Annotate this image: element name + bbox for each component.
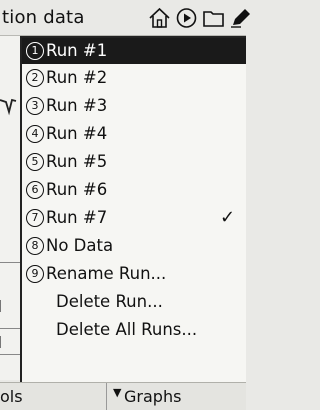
bottom-bar: ols ▼ Graphs	[0, 382, 246, 410]
checkmark-icon: ✓	[220, 207, 236, 228]
menu-item-run-5[interactable]: 5 Run #5	[22, 149, 246, 175]
toolbar-icons	[148, 6, 252, 30]
menu-item-delete-all-runs[interactable]: Delete All Runs...	[22, 317, 246, 343]
divider	[106, 383, 107, 410]
menu-item-run-3[interactable]: 3 Run #3	[22, 93, 246, 119]
menu-item-label: Run #4	[46, 124, 108, 143]
menu-item-label: Run #3	[46, 96, 108, 115]
menu-item-label: Delete All Runs...	[56, 320, 198, 339]
title-bar: tion data	[0, 0, 250, 36]
table-tick	[0, 336, 18, 348]
number-badge-icon: 3	[26, 97, 44, 115]
grid-line	[0, 354, 20, 355]
number-badge-icon: 7	[26, 209, 44, 227]
home-icon[interactable]	[148, 7, 171, 29]
menu-item-run-4[interactable]: 4 Run #4	[22, 121, 246, 147]
number-badge-icon: 4	[26, 125, 44, 143]
grid-line	[0, 262, 20, 263]
menu-item-label: No Data	[46, 236, 114, 255]
play-icon[interactable]	[175, 7, 198, 29]
menu-item-label: Run #2	[46, 68, 108, 87]
window-title: tion data	[2, 7, 85, 28]
menu-item-label: Delete Run...	[56, 292, 163, 311]
number-badge-icon: 6	[26, 181, 44, 199]
tools-menu-button[interactable]: ols	[0, 387, 23, 406]
number-badge-icon: 8	[26, 237, 44, 255]
menu-item-delete-run[interactable]: Delete Run...	[22, 289, 246, 315]
number-badge-icon: 5	[26, 153, 44, 171]
folder-icon[interactable]	[202, 7, 225, 29]
table-tick	[0, 300, 18, 312]
number-badge-icon: 2	[26, 69, 44, 87]
number-badge-icon: 9	[26, 265, 44, 283]
number-badge-icon: 1	[26, 42, 44, 60]
pencil-icon[interactable]	[229, 7, 252, 29]
run-menu: 1 Run #1 2 Run #2 3 Run #3 4 Run #4 5 Ru…	[20, 36, 246, 382]
grid-line	[0, 328, 20, 329]
menu-item-run-1[interactable]: 1 Run #1	[22, 38, 246, 64]
menu-item-label: Rename Run...	[46, 264, 167, 283]
menu-item-run-2[interactable]: 2 Run #2	[22, 65, 246, 91]
graphs-menu-button[interactable]: Graphs	[124, 387, 181, 406]
menu-item-run-7[interactable]: 7 Run #7 ✓	[22, 205, 246, 231]
dropdown-arrow-icon[interactable]: ▼	[113, 386, 121, 399]
menu-item-rename-run[interactable]: 9 Rename Run...	[22, 261, 246, 287]
menu-item-no-data[interactable]: 8 No Data	[22, 233, 246, 259]
menu-item-run-6[interactable]: 6 Run #6	[22, 177, 246, 203]
menu-item-label: Run #5	[46, 152, 108, 171]
menu-item-label: Run #7	[46, 208, 108, 227]
menu-item-label: Run #1	[46, 41, 108, 60]
menu-item-label: Run #6	[46, 180, 108, 199]
graph-trace	[0, 98, 17, 116]
